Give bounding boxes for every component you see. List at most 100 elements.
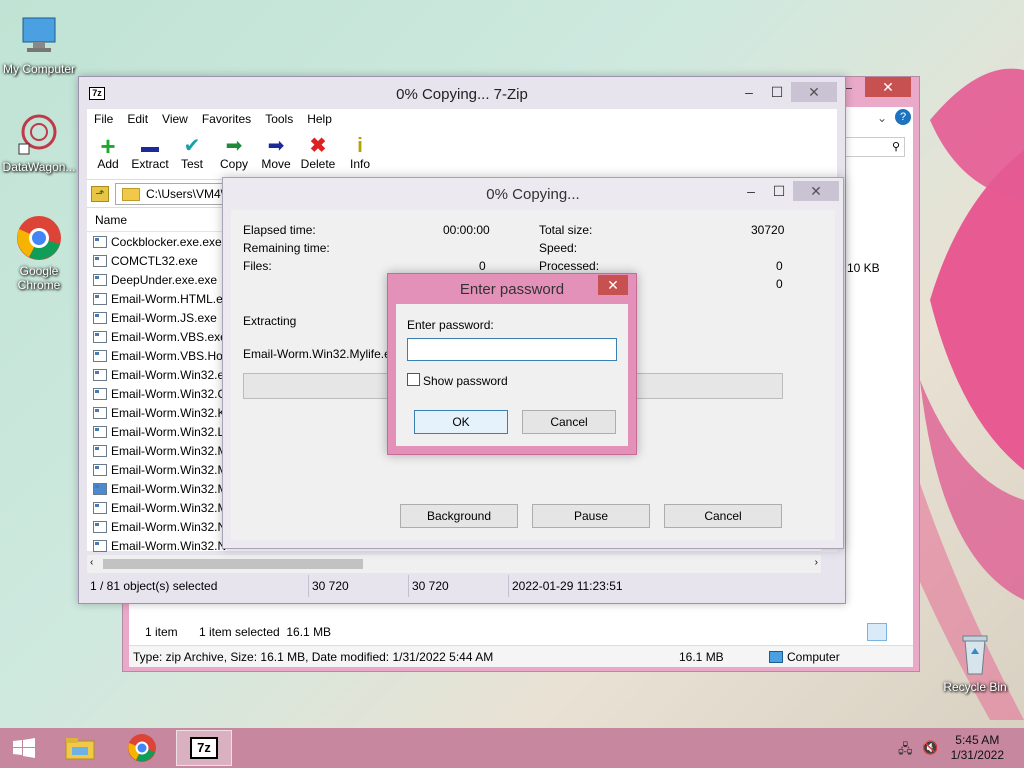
menu-favorites[interactable]: Favorites — [195, 109, 258, 129]
action-label: Extracting — [243, 314, 297, 328]
large-icons-view-icon[interactable] — [891, 623, 911, 641]
pause-button[interactable]: Pause — [532, 504, 650, 528]
menu-tools[interactable]: Tools — [258, 109, 300, 129]
file-row[interactable]: COMCTL32.exe — [87, 251, 227, 270]
close-button[interactable]: ✕ — [793, 181, 839, 201]
path-field[interactable]: C:\Users\VM4\ — [115, 183, 225, 205]
desktop-icon-label: My Computer — [2, 62, 76, 76]
exe-file-icon — [93, 520, 107, 533]
elapsed-label: Elapsed time: — [243, 223, 316, 237]
exe-file-icon — [93, 539, 107, 552]
close-button[interactable]: ✕ — [791, 82, 837, 102]
file-row[interactable]: Email-Worm.Win32.G — [87, 384, 227, 403]
file-row[interactable]: Email-Worm.VBS.Ho — [87, 346, 227, 365]
total-size-value: 30720 — [751, 223, 785, 237]
extract-button[interactable]: Extract — [129, 129, 171, 179]
close-button[interactable]: ✕ — [598, 275, 628, 295]
move-button[interactable]: ➡ Move — [255, 129, 297, 179]
status-modified: 2022-01-29 11:23:51 — [512, 579, 623, 593]
file-row[interactable]: Email-Worm.JS.exe — [87, 308, 227, 327]
hscroll-thumb[interactable] — [103, 559, 363, 569]
file-name: COMCTL32.exe — [111, 253, 198, 268]
file-name: Email-Worm.Win32.G — [111, 386, 227, 401]
up-folder-icon[interactable]: ⬏ — [91, 186, 109, 202]
file-explorer-icon[interactable] — [56, 730, 104, 766]
file-row[interactable]: Email-Worm.Win32.M — [87, 460, 227, 479]
elapsed-value: 00:00:00 — [443, 223, 490, 237]
desktop-icon-recycle-bin[interactable]: Recycle Bin — [936, 630, 1014, 694]
info-button[interactable]: i Info — [339, 129, 381, 179]
clock-time: 5:45 AM — [955, 733, 1000, 747]
background-button[interactable]: Background — [400, 504, 518, 528]
chrome-icon[interactable] — [118, 730, 166, 766]
file-row[interactable]: Email-Worm.Win32.M — [87, 441, 227, 460]
details-size: 16.1 MB — [679, 650, 724, 664]
compressed-value: 0 — [776, 277, 783, 291]
file-row[interactable]: Email-Worm.Win32.e — [87, 365, 227, 384]
copy-button[interactable]: ➡ Copy — [213, 129, 255, 179]
maximize-button[interactable]: ☐ — [763, 82, 791, 102]
cancel-button[interactable]: Cancel — [664, 504, 782, 528]
7zip-icon[interactable]: 7z — [176, 730, 232, 766]
windows-start-icon[interactable] — [0, 730, 48, 766]
file-row[interactable]: Email-Worm.Win32.N — [87, 517, 227, 536]
scroll-left-icon[interactable]: ‹ — [90, 557, 93, 568]
menu-file[interactable]: File — [87, 109, 120, 129]
file-row[interactable]: DeepUnder.exe.exe — [87, 270, 227, 289]
show-password-checkbox[interactable] — [407, 373, 420, 386]
close-icon[interactable]: ✕ — [865, 77, 911, 97]
search-box[interactable]: ⚲ — [845, 137, 905, 157]
file-name: Email-Worm.HTML.e — [111, 291, 223, 306]
details-bar: Type: zip Archive, Size: 16.1 MB, Date m… — [129, 645, 913, 667]
delete-button[interactable]: ✖ Delete — [297, 129, 339, 179]
maximize-button[interactable]: ☐ — [765, 181, 793, 201]
menu-edit[interactable]: Edit — [120, 109, 155, 129]
ok-button[interactable]: OK — [414, 410, 508, 434]
scroll-right-icon[interactable]: › — [815, 557, 818, 568]
file-row[interactable]: Cockblocker.exe.exe — [87, 232, 227, 251]
file-row[interactable]: Email-Worm.Win32.M — [87, 498, 227, 517]
file-name: Email-Worm.Win32.M — [111, 500, 227, 515]
desktop-icon-label: DataWagon... — [2, 160, 76, 174]
file-name: Email-Worm.VBS.Ho — [111, 348, 223, 363]
network-icon[interactable]: 🖧 — [898, 740, 913, 762]
file-name: Email-Worm.Win32.L — [111, 424, 225, 439]
desktop-icon-datawagon[interactable]: DataWagon... — [0, 110, 78, 174]
file-row[interactable]: Email-Worm.Win32.K — [87, 403, 227, 422]
test-button[interactable]: ✔ Test — [171, 129, 213, 179]
file-row[interactable]: Email-Worm.VBS.exe — [87, 327, 227, 346]
minimize-button[interactable]: – — [735, 82, 763, 102]
file-row[interactable]: Email-Worm.HTML.e — [87, 289, 227, 308]
system-clock[interactable]: 5:45 AM 1/31/2022 — [951, 733, 1004, 763]
datawagon-icon — [15, 110, 63, 158]
file-name: Email-Worm.Win32.e — [111, 367, 225, 382]
menu-help[interactable]: Help — [300, 109, 339, 129]
details-text: Type: zip Archive, Size: 16.1 MB, Date m… — [133, 650, 494, 664]
desktop-icon-google-chrome[interactable]: Google Chrome — [0, 214, 78, 292]
cancel-button[interactable]: Cancel — [522, 410, 616, 434]
details-view-icon[interactable] — [867, 623, 887, 641]
desktop-icon-my-computer[interactable]: My Computer — [0, 12, 78, 76]
horizontal-scrollbar[interactable]: ‹ › — [87, 555, 821, 573]
volume-muted-icon[interactable]: 🔇 — [922, 740, 938, 756]
processed-label: Processed: — [539, 259, 600, 273]
file-row[interactable]: Email-Worm.Win32.M — [87, 479, 227, 498]
menu-view[interactable]: View — [155, 109, 195, 129]
file-row[interactable]: Email-Worm.Win32.N — [87, 536, 227, 555]
move-arrow-icon: ➡ — [267, 135, 285, 157]
minimize-button[interactable]: – — [737, 181, 765, 201]
file-name: Email-Worm.Win32.M — [111, 481, 227, 496]
file-name: Email-Worm.Win32.M — [111, 462, 227, 477]
explorer-item-count: 1 item — [145, 625, 178, 639]
computer-icon — [15, 12, 63, 60]
exe-file-icon — [93, 387, 107, 400]
help-icon[interactable]: ? — [895, 109, 911, 125]
remaining-label: Remaining time: — [243, 241, 330, 255]
exe-file-icon — [93, 292, 107, 305]
file-name: Email-Worm.Win32.K — [111, 405, 226, 420]
password-input[interactable] — [407, 338, 617, 361]
exe-file-icon — [93, 273, 107, 286]
add-button[interactable]: + Add — [87, 129, 129, 179]
explorer-dropdown-icon[interactable]: ⌄ — [877, 111, 887, 125]
file-row[interactable]: Email-Worm.Win32.L — [87, 422, 227, 441]
